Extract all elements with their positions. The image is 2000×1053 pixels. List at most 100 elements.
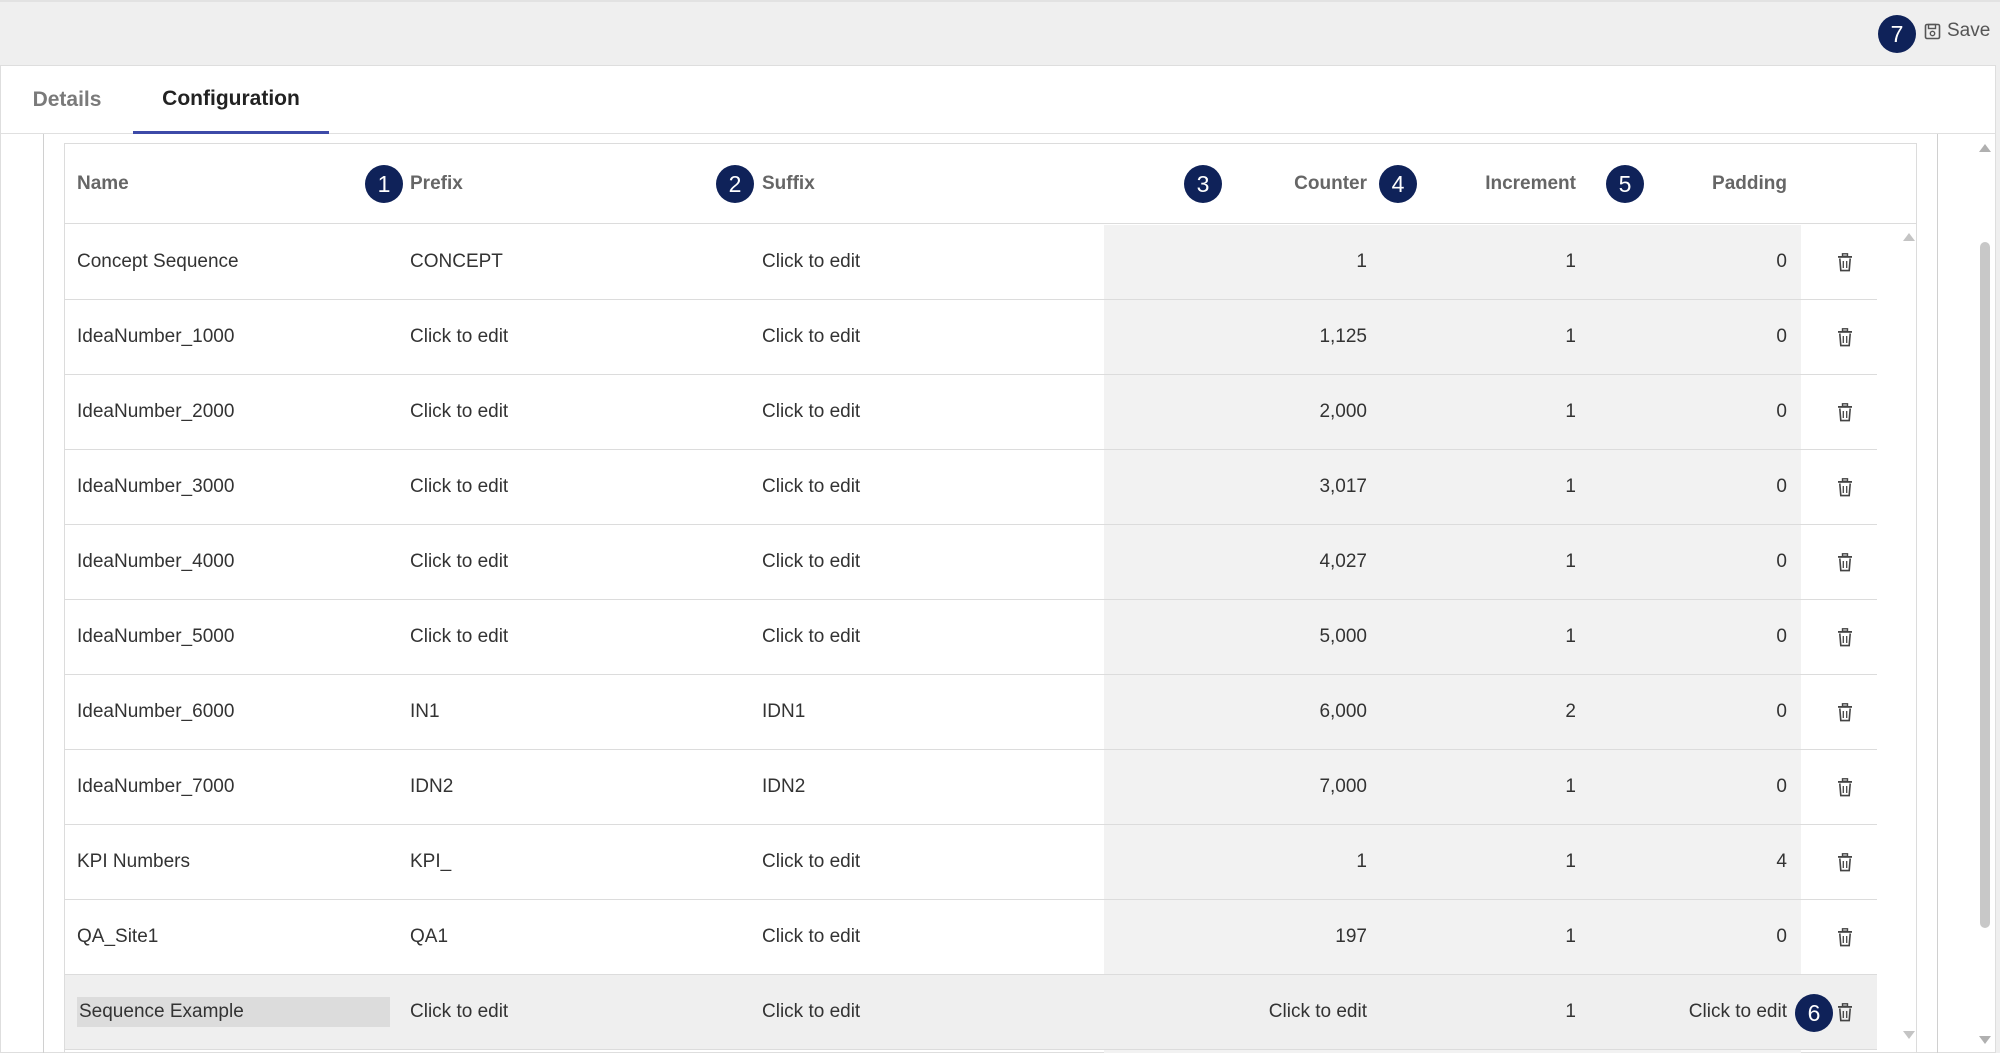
cell-name[interactable]: IdeaNumber_3000 — [77, 450, 407, 524]
table-row[interactable]: IdeaNumber_5000 Click to edit Click to edi… — [65, 600, 1877, 675]
cell-name[interactable]: IdeaNumber_7000 — [77, 750, 407, 824]
cell-prefix[interactable]: Click to edit — [410, 525, 740, 599]
page-scrollbar[interactable] — [1975, 134, 1997, 1053]
table-row[interactable]: Concept Sequence CONCEPT Click to edit 1 1 0 — [65, 225, 1877, 300]
cell-padding[interactable]: 0 — [1585, 300, 1787, 374]
cell-prefix[interactable]: IDN2 — [410, 750, 740, 824]
table-scroll-up-icon[interactable] — [1903, 233, 1915, 241]
cell-padding[interactable]: 0 — [1585, 900, 1787, 974]
cell-padding[interactable]: 0 — [1585, 600, 1787, 674]
delete-row-button[interactable] — [1825, 750, 1865, 824]
cell-prefix[interactable]: Click to edit — [410, 300, 740, 374]
cell-name[interactable]: Sequence Example — [77, 975, 407, 1049]
cell-name[interactable]: IdeaNumber_6000 — [77, 675, 407, 749]
cell-padding[interactable]: 0 — [1585, 750, 1787, 824]
cell-increment[interactable]: 1 — [1375, 825, 1576, 899]
cell-suffix[interactable]: Click to edit — [762, 825, 1092, 899]
cell-suffix[interactable]: Click to edit — [762, 375, 1092, 449]
cell-increment[interactable]: 1 — [1375, 375, 1576, 449]
cell-padding[interactable]: 0 — [1585, 450, 1787, 524]
cell-name-text[interactable]: Sequence Example — [77, 997, 390, 1027]
cell-padding[interactable]: 4 — [1585, 825, 1787, 899]
cell-name[interactable]: IdeaNumber_2000 — [77, 375, 407, 449]
table-row[interactable]: IdeaNumber_2000 Click to edit Click to edi… — [65, 375, 1877, 450]
cell-counter[interactable]: 6,000 — [1170, 675, 1367, 749]
scroll-up-icon[interactable] — [1979, 144, 1991, 152]
cell-counter[interactable]: 1 — [1170, 825, 1367, 899]
cell-increment[interactable]: 1 — [1375, 900, 1576, 974]
cell-prefix[interactable]: IN1 — [410, 675, 740, 749]
cell-name[interactable]: IdeaNumber_1000 — [77, 300, 407, 374]
cell-suffix[interactable]: Click to edit — [762, 450, 1092, 524]
save-button[interactable]: Save — [1924, 14, 1990, 48]
column-header-increment[interactable]: Increment — [1375, 144, 1576, 224]
table-row[interactable]: IdeaNumber_3000 Click to edit Click to edi… — [65, 450, 1877, 525]
delete-row-button[interactable] — [1825, 825, 1865, 899]
column-header-counter[interactable]: Counter — [1170, 144, 1367, 224]
cell-suffix[interactable]: IDN1 — [762, 675, 1092, 749]
delete-row-button[interactable] — [1825, 300, 1865, 374]
cell-counter[interactable]: 5,000 — [1170, 600, 1367, 674]
cell-counter[interactable]: 197 — [1170, 900, 1367, 974]
delete-row-button[interactable] — [1825, 450, 1865, 524]
delete-row-button[interactable] — [1825, 600, 1865, 674]
column-header-name[interactable]: Name — [77, 144, 277, 224]
table-row[interactable]: IdeaNumber_6000 IN1 IDN1 6,000 2 0 — [65, 675, 1877, 750]
cell-suffix[interactable]: IDN2 — [762, 750, 1092, 824]
cell-increment[interactable]: 1 — [1375, 450, 1576, 524]
cell-padding[interactable]: Click to edit — [1585, 975, 1787, 1049]
cell-name[interactable]: QA_Site1 — [77, 900, 407, 974]
cell-increment[interactable]: 1 — [1375, 750, 1576, 824]
page-scrollbar-thumb[interactable] — [1980, 242, 1990, 928]
cell-increment[interactable]: 1 — [1375, 975, 1576, 1049]
scroll-down-icon[interactable] — [1979, 1036, 1991, 1044]
cell-name[interactable]: Concept Sequence — [77, 225, 407, 299]
cell-padding[interactable]: 0 — [1585, 225, 1787, 299]
cell-prefix[interactable]: Click to edit — [410, 975, 740, 1049]
tab-configuration[interactable]: Configuration — [133, 66, 329, 134]
cell-prefix[interactable]: Click to edit — [410, 450, 740, 524]
cell-suffix[interactable]: Click to edit — [762, 525, 1092, 599]
cell-increment[interactable]: 2 — [1375, 675, 1576, 749]
delete-row-button[interactable] — [1825, 900, 1865, 974]
cell-name[interactable]: KPI Numbers — [77, 825, 407, 899]
cell-increment[interactable]: 1 — [1375, 600, 1576, 674]
cell-name[interactable]: IdeaNumber_4000 — [77, 525, 407, 599]
table-scroll-down-icon[interactable] — [1903, 1031, 1915, 1039]
table-row[interactable]: QA_Site1 QA1 Click to edit 197 1 0 — [65, 900, 1877, 975]
cell-name[interactable]: IdeaNumber_5000 — [77, 600, 407, 674]
table-scrollbar[interactable] — [1901, 225, 1916, 1053]
cell-prefix[interactable]: KPI_ — [410, 825, 740, 899]
cell-suffix[interactable]: Click to edit — [762, 225, 1092, 299]
table-row[interactable]: Sequence Example Click to edit Click to ed… — [65, 975, 1877, 1050]
delete-row-button[interactable] — [1825, 975, 1865, 1049]
column-header-suffix[interactable]: Suffix — [762, 144, 962, 224]
column-header-prefix[interactable]: Prefix — [410, 144, 610, 224]
cell-increment[interactable]: 1 — [1375, 300, 1576, 374]
cell-counter[interactable]: 7,000 — [1170, 750, 1367, 824]
cell-suffix[interactable]: Click to edit — [762, 300, 1092, 374]
cell-suffix[interactable]: Click to edit — [762, 900, 1092, 974]
cell-counter[interactable]: 1 — [1170, 225, 1367, 299]
delete-row-button[interactable] — [1825, 525, 1865, 599]
cell-counter[interactable]: 4,027 — [1170, 525, 1367, 599]
cell-prefix[interactable]: CONCEPT — [410, 225, 740, 299]
cell-suffix[interactable]: Click to edit — [762, 600, 1092, 674]
cell-counter[interactable]: 2,000 — [1170, 375, 1367, 449]
cell-increment[interactable]: 1 — [1375, 225, 1576, 299]
cell-padding[interactable]: 0 — [1585, 375, 1787, 449]
cell-counter[interactable]: 1,125 — [1170, 300, 1367, 374]
cell-prefix[interactable]: Click to edit — [410, 600, 740, 674]
cell-prefix[interactable]: Click to edit — [410, 375, 740, 449]
table-row[interactable]: IdeaNumber_1000 Click to edit Click to edi… — [65, 300, 1877, 375]
cell-prefix[interactable]: QA1 — [410, 900, 740, 974]
delete-row-button[interactable] — [1825, 675, 1865, 749]
table-row[interactable]: IdeaNumber_4000 Click to edit Click to edi… — [65, 525, 1877, 600]
delete-row-button[interactable] — [1825, 375, 1865, 449]
column-header-padding[interactable]: Padding — [1585, 144, 1787, 224]
cell-increment[interactable]: 1 — [1375, 525, 1576, 599]
cell-suffix[interactable]: Click to edit — [762, 975, 1092, 1049]
cell-counter[interactable]: Click to edit — [1170, 975, 1367, 1049]
tab-details[interactable]: Details — [1, 66, 133, 134]
cell-counter[interactable]: 3,017 — [1170, 450, 1367, 524]
